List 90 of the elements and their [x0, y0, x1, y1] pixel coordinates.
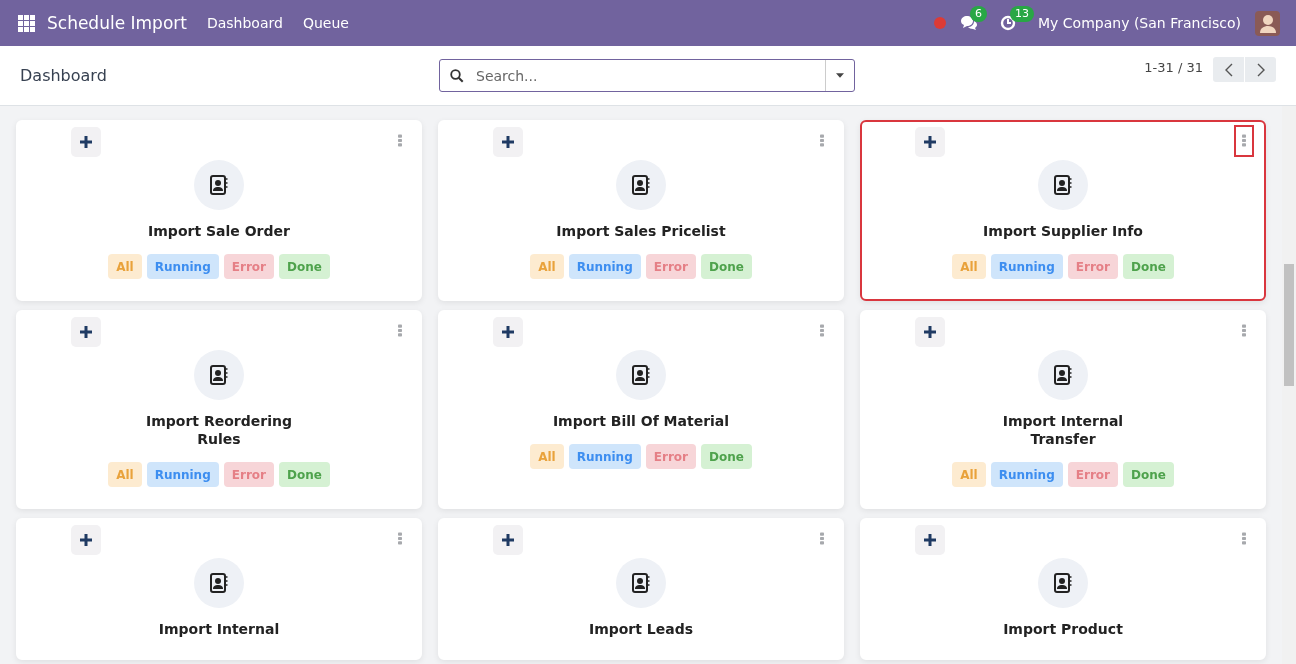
kebab-icon	[398, 323, 402, 338]
message-count-badge: 6	[970, 6, 988, 22]
address-book-icon	[210, 365, 228, 385]
plus-icon	[80, 136, 92, 148]
add-button[interactable]	[493, 525, 523, 555]
more-options-button[interactable]	[1234, 125, 1254, 157]
filter-button[interactable]: Done	[700, 254, 752, 279]
add-button[interactable]	[71, 127, 101, 157]
kebab-icon	[398, 531, 402, 546]
clock-icon[interactable]	[1000, 15, 1017, 31]
address-book-icon	[210, 175, 228, 195]
filter-button[interactable]: Done	[1122, 254, 1174, 279]
company-name[interactable]: My Company (San Francisco)	[1038, 15, 1241, 31]
card-title: Import Supplier Info	[983, 222, 1143, 240]
chevron-left-icon	[1224, 62, 1233, 77]
filter-button[interactable]: Running	[568, 254, 641, 279]
add-button[interactable]	[915, 127, 945, 157]
filter-button[interactable]: Done	[278, 462, 330, 487]
filter-button[interactable]: Running	[146, 254, 219, 279]
kebab-icon	[820, 133, 824, 148]
card-title: Import Sale Order	[148, 222, 290, 240]
filter-button[interactable]: Error	[645, 444, 696, 469]
kebab-icon	[1242, 531, 1246, 546]
address-book-icon	[632, 365, 650, 385]
plus-icon	[924, 534, 936, 546]
card-title: Import Leads	[588, 620, 694, 638]
filter-button[interactable]: Done	[278, 254, 330, 279]
caret-icon	[836, 73, 844, 78]
filter-button[interactable]: Done	[1122, 462, 1174, 487]
add-button[interactable]	[493, 317, 523, 347]
kebab-icon	[398, 133, 402, 148]
chat-icon[interactable]	[960, 15, 979, 31]
filter-button[interactable]: Error	[1067, 462, 1118, 487]
address-book-icon	[210, 573, 228, 593]
card-title: Import Internal	[158, 620, 280, 638]
filter-button[interactable]: Running	[990, 462, 1063, 487]
filter-button[interactable]: All	[952, 254, 986, 279]
menu-item[interactable]: Dashboard	[206, 15, 283, 31]
address-book-icon	[1054, 573, 1072, 593]
kebab-icon	[1242, 133, 1246, 148]
scrollbar[interactable]	[1282, 106, 1296, 664]
user-avatar[interactable]	[1255, 10, 1280, 36]
add-button[interactable]	[915, 317, 945, 347]
address-book-icon	[632, 573, 650, 593]
filter-button[interactable]: Running	[568, 444, 641, 469]
app-name: Schedule Import	[47, 13, 187, 33]
plus-icon	[502, 534, 514, 546]
plus-icon	[924, 136, 936, 148]
status-dot	[934, 17, 947, 29]
card-title: Import Reordering Rules	[145, 412, 293, 448]
card-title: Import Internal Transfer	[1001, 412, 1125, 448]
plus-icon	[924, 326, 936, 338]
card-title: Import Sales Pricelist	[556, 222, 726, 240]
pager-value[interactable]: 1-31 / 31	[1144, 60, 1203, 75]
filter-button[interactable]: Running	[990, 254, 1063, 279]
filter-button[interactable]: Done	[700, 444, 752, 469]
kebab-icon	[820, 531, 824, 546]
filter-button[interactable]: Error	[223, 254, 274, 279]
filter-button[interactable]: Error	[223, 462, 274, 487]
kebab-icon	[820, 323, 824, 338]
add-button[interactable]	[493, 127, 523, 157]
breadcrumb: Dashboard	[20, 66, 108, 85]
address-book-icon	[1054, 175, 1072, 195]
plus-icon	[80, 326, 92, 338]
filter-button[interactable]: All	[952, 462, 986, 487]
plus-icon	[502, 136, 514, 148]
add-button[interactable]	[71, 317, 101, 347]
search-bar[interactable]: Search...	[439, 59, 855, 92]
filter-button[interactable]: Running	[146, 462, 219, 487]
menu-item[interactable]: Queue	[302, 15, 349, 31]
chevron-right-icon	[1256, 62, 1265, 77]
search-icon	[450, 68, 464, 83]
filter-button[interactable]: All	[530, 254, 564, 279]
filter-button[interactable]: Error	[1067, 254, 1118, 279]
filter-button[interactable]: All	[530, 444, 564, 469]
kebab-icon	[1242, 323, 1246, 338]
search-field[interactable]: Search...	[474, 66, 825, 85]
address-book-icon	[1054, 365, 1072, 385]
apps-grid-icon[interactable]	[18, 14, 35, 32]
card-title: Import Product	[1003, 620, 1123, 638]
card-title: Import Bill Of Material	[552, 412, 730, 430]
add-button[interactable]	[915, 525, 945, 555]
plus-icon	[502, 326, 514, 338]
add-button[interactable]	[71, 525, 101, 555]
activity-count-badge: 13	[1010, 6, 1035, 22]
filter-button[interactable]: All	[108, 254, 142, 279]
filter-button[interactable]: Error	[645, 254, 696, 279]
plus-icon	[80, 534, 92, 546]
address-book-icon	[632, 175, 650, 195]
filter-button[interactable]: All	[108, 462, 142, 487]
